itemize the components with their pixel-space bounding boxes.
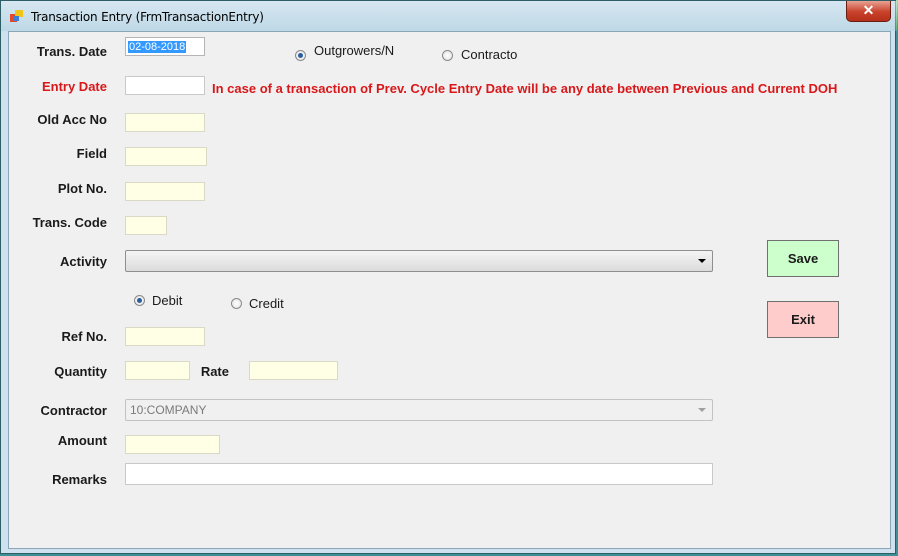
- amount-input[interactable]: [125, 435, 220, 454]
- amount-label: Amount: [57, 433, 107, 448]
- entry-date-input[interactable]: [125, 76, 205, 95]
- plot-no-label: Plot No.: [57, 181, 107, 196]
- trans-code-label: Trans. Code: [32, 215, 107, 230]
- trans-date-label: Trans. Date: [36, 44, 107, 59]
- rate-input[interactable]: [249, 361, 338, 380]
- plot-no-input[interactable]: [125, 182, 205, 201]
- remarks-label: Remarks: [52, 472, 107, 487]
- trans-date-value: 02-08-2018: [128, 41, 187, 53]
- rate-label: Rate: [200, 364, 229, 379]
- field-input[interactable]: [125, 147, 207, 166]
- contracto-radio-label[interactable]: Contracto: [461, 47, 517, 62]
- form-area: Trans. Date 02-08-2018 Outgrowers/N Cont…: [8, 31, 891, 549]
- title-bar[interactable]: Transaction Entry (FrmTransactionEntry) …: [1, 1, 897, 31]
- debit-radio[interactable]: [134, 295, 145, 306]
- outgrowers-radio-label[interactable]: Outgrowers/N: [314, 43, 394, 58]
- contractor-dropdown[interactable]: 10:COMPANY: [125, 399, 713, 421]
- contractor-value: 10:COMPANY: [130, 403, 207, 417]
- transaction-entry-window: Transaction Entry (FrmTransactionEntry) …: [0, 0, 897, 554]
- chevron-down-icon: [698, 259, 706, 263]
- activity-dropdown[interactable]: [125, 250, 713, 272]
- contracto-radio[interactable]: [442, 50, 453, 61]
- ref-no-input[interactable]: [125, 327, 205, 346]
- trans-code-input[interactable]: [125, 216, 167, 235]
- chevron-down-icon: [698, 408, 706, 412]
- save-button[interactable]: Save: [767, 240, 839, 277]
- entry-date-label: Entry Date: [41, 79, 107, 94]
- app-icon: [10, 10, 23, 22]
- close-icon: ✕: [862, 2, 875, 18]
- credit-radio[interactable]: [231, 298, 242, 309]
- remarks-input[interactable]: [125, 463, 713, 485]
- entry-date-note: In case of a transaction of Prev. Cycle …: [212, 81, 838, 96]
- exit-button[interactable]: Exit: [767, 301, 839, 338]
- credit-radio-label[interactable]: Credit: [249, 296, 284, 311]
- contractor-label: Contractor: [40, 403, 107, 418]
- field-label: Field: [76, 146, 107, 161]
- close-button[interactable]: ✕: [846, 1, 891, 22]
- old-acc-no-label: Old Acc No: [37, 112, 107, 127]
- ref-no-label: Ref No.: [61, 329, 108, 344]
- quantity-label: Quantity: [54, 364, 107, 379]
- outgrowers-radio[interactable]: [295, 50, 306, 61]
- window-title: Transaction Entry (FrmTransactionEntry): [31, 10, 264, 24]
- old-acc-no-input[interactable]: [125, 113, 205, 132]
- activity-label: Activity: [60, 254, 107, 269]
- trans-date-input[interactable]: 02-08-2018: [125, 37, 205, 56]
- debit-radio-label[interactable]: Debit: [152, 293, 182, 308]
